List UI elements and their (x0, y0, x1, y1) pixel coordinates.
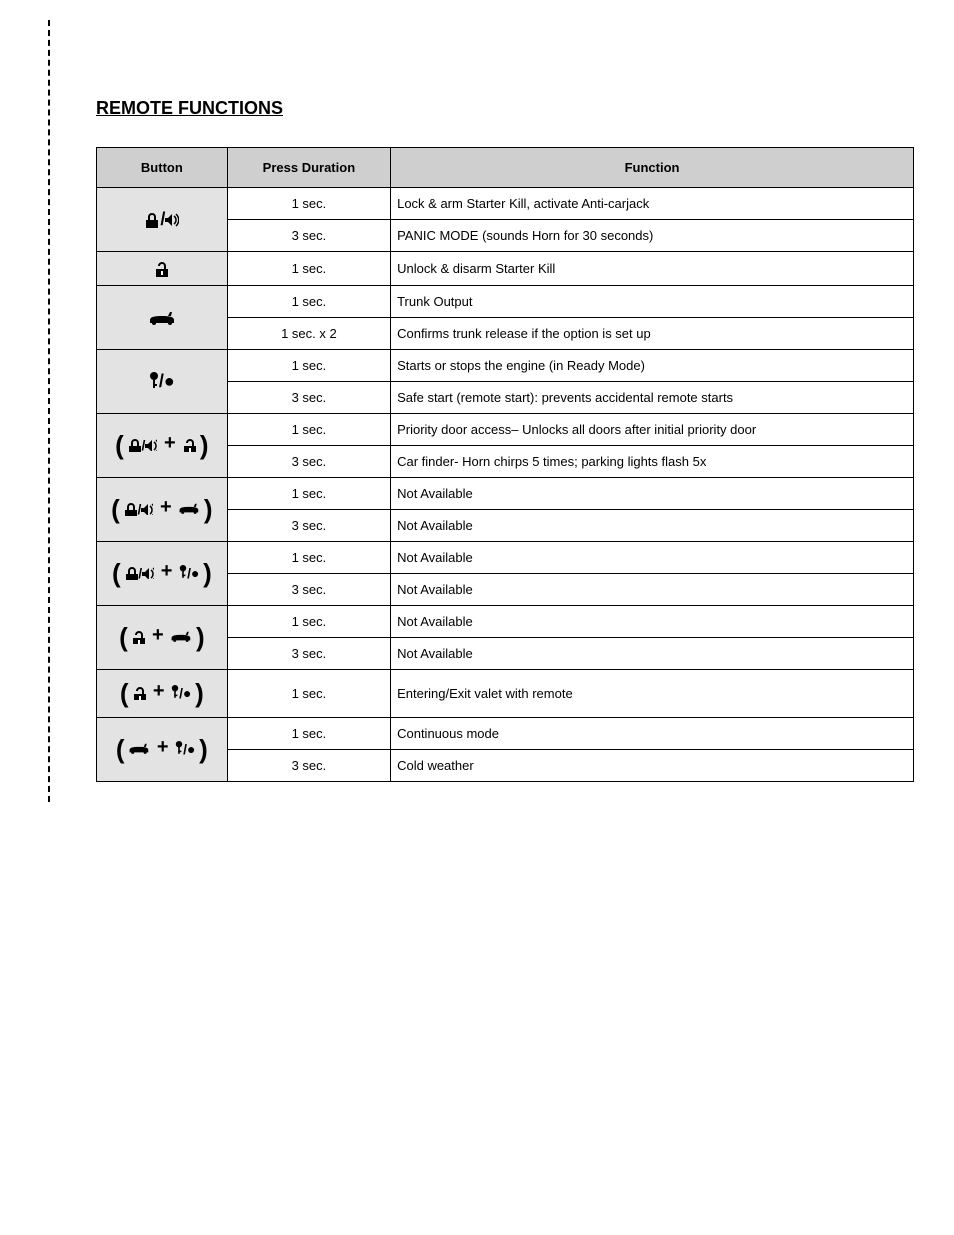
sound-icon (141, 503, 153, 515)
header-button: Button (97, 148, 228, 188)
lock-icon (124, 566, 138, 580)
function-cell: Cold weather (391, 749, 914, 781)
table-row: ( + ) 1 sec. Not Available (97, 605, 914, 637)
car-icon (178, 503, 200, 515)
duration-cell: 1 sec. (227, 413, 390, 445)
duration-cell: 1 sec. (227, 669, 390, 717)
button-cell: ( + /● ) (97, 717, 228, 781)
sound-icon (145, 439, 157, 451)
function-cell: Priority door access– Unlocks all doors … (391, 413, 914, 445)
duration-cell: 1 sec. (227, 349, 390, 381)
function-cell: Unlock & disarm Starter Kill (391, 252, 914, 286)
function-cell: Not Available (391, 637, 914, 669)
dot-icon: ● (164, 371, 175, 392)
car-icon (128, 743, 150, 755)
function-cell: Trunk Output (391, 285, 914, 317)
button-cell: / (97, 188, 228, 252)
function-cell: Lock & arm Starter Kill, activate Anti-c… (391, 188, 914, 220)
function-cell: Not Available (391, 477, 914, 509)
function-cell: Continuous mode (391, 717, 914, 749)
duration-cell: 1 sec. (227, 252, 390, 286)
key-icon (179, 565, 187, 581)
car-icon (170, 631, 192, 643)
button-cell: ( + /● ) (97, 669, 228, 717)
function-cell: PANIC MODE (sounds Horn for 30 seconds) (391, 220, 914, 252)
duration-cell: 1 sec. x 2 (227, 317, 390, 349)
duration-cell: 3 sec. (227, 509, 390, 541)
function-cell: Car finder- Horn chirps 5 times; parking… (391, 445, 914, 477)
unlock-icon (154, 261, 170, 277)
duration-cell: 1 sec. (227, 477, 390, 509)
key-icon (175, 741, 183, 757)
duration-cell: 3 sec. (227, 445, 390, 477)
table-row: ( / + ) 1 sec. Priority door access– Unl… (97, 413, 914, 445)
duration-cell: 3 sec. (227, 381, 390, 413)
table-row: ( + /● ) 1 sec. Entering/Exit valet with… (97, 669, 914, 717)
unlock-icon (132, 686, 146, 700)
unlock-icon (182, 438, 196, 452)
key-icon (171, 685, 179, 701)
duration-cell: 3 sec. (227, 220, 390, 252)
lock-icon (144, 212, 160, 228)
duration-cell: 1 sec. (227, 605, 390, 637)
page-title: REMOTE FUNCTIONS (96, 98, 914, 119)
duration-cell: 1 sec. (227, 717, 390, 749)
duration-cell: 1 sec. (227, 541, 390, 573)
function-cell: Not Available (391, 541, 914, 573)
function-cell: Not Available (391, 509, 914, 541)
button-cell (97, 252, 228, 286)
duration-cell: 3 sec. (227, 749, 390, 781)
lock-icon (123, 502, 137, 516)
unlock-icon (131, 630, 145, 644)
duration-cell: 1 sec. (227, 285, 390, 317)
table-row: ( / + /● ) 1 sec. Not Available (97, 541, 914, 573)
dot-icon: ● (187, 741, 195, 757)
function-cell: Safe start (remote start): prevents acci… (391, 381, 914, 413)
function-cell: Not Available (391, 573, 914, 605)
key-icon (149, 372, 159, 390)
duration-cell: 1 sec. (227, 188, 390, 220)
header-function: Function (391, 148, 914, 188)
function-cell: Starts or stops the engine (in Ready Mod… (391, 349, 914, 381)
button-cell: /● (97, 349, 228, 413)
button-cell: ( / + /● ) (97, 541, 228, 605)
dot-icon: ● (183, 685, 191, 701)
lock-icon (127, 438, 141, 452)
function-cell: Confirms trunk release if the option is … (391, 317, 914, 349)
duration-cell: 3 sec. (227, 573, 390, 605)
table-row: /● 1 sec. Starts or stops the engine (in… (97, 349, 914, 381)
sound-icon (165, 213, 179, 227)
header-duration: Press Duration (227, 148, 390, 188)
table-row: 1 sec. Unlock & disarm Starter Kill (97, 252, 914, 286)
button-cell (97, 285, 228, 349)
remote-functions-table: Button Press Duration Function / 1 sec. … (96, 147, 914, 782)
function-cell: Entering/Exit valet with remote (391, 669, 914, 717)
table-row: ( / + ) 1 sec. Not Available (97, 477, 914, 509)
duration-cell: 3 sec. (227, 637, 390, 669)
table-row: 1 sec. Trunk Output (97, 285, 914, 317)
table-row: ( + /● ) 1 sec. Continuous mode (97, 717, 914, 749)
button-cell: ( / + ) (97, 413, 228, 477)
button-cell: ( + ) (97, 605, 228, 669)
table-row: / 1 sec. Lock & arm Starter Kill, activa… (97, 188, 914, 220)
dot-icon: ● (191, 565, 199, 581)
function-cell: Not Available (391, 605, 914, 637)
sound-icon (142, 567, 154, 579)
car-icon (148, 311, 176, 325)
button-cell: ( / + ) (97, 477, 228, 541)
